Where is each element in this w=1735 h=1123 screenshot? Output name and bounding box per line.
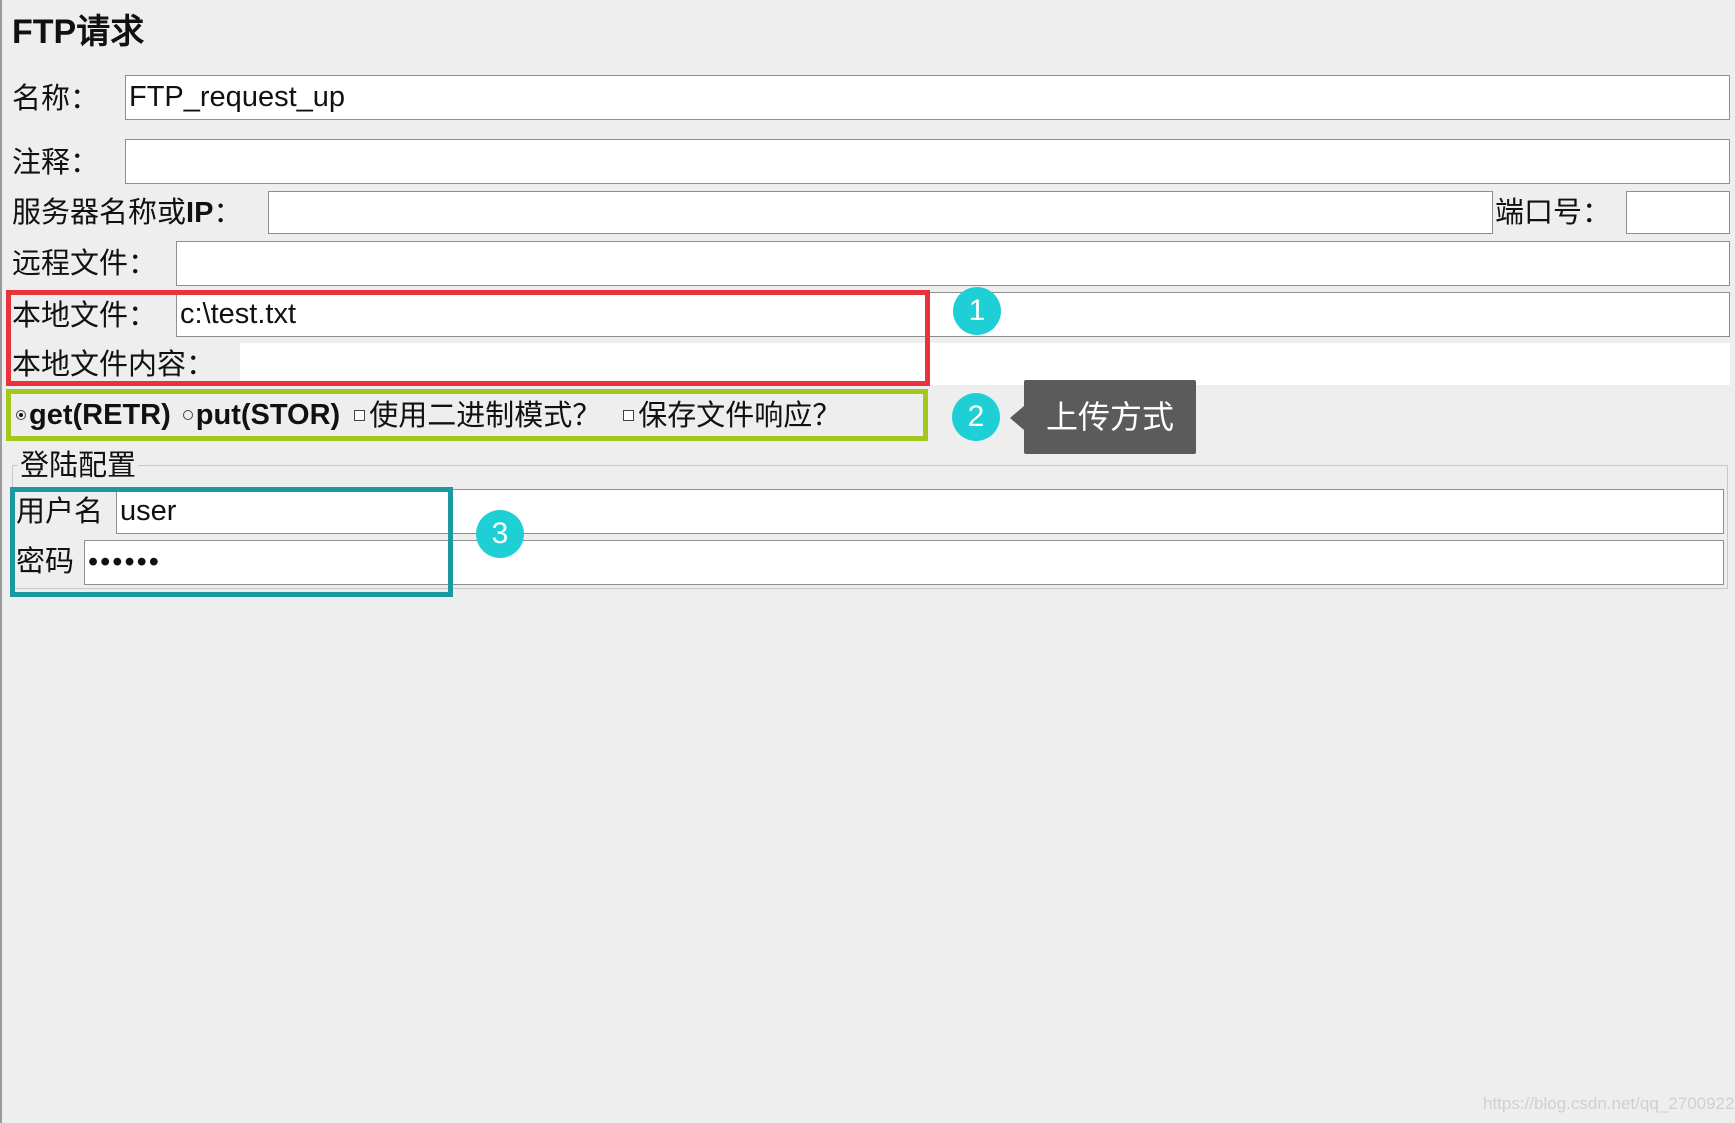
watermark: https://blog.csdn.net/qq_27009225 — [1483, 1094, 1735, 1113]
page-title-suffix: 请求 — [76, 12, 145, 52]
comment-label: 注释： — [12, 145, 100, 179]
page-title: FTP请求 — [12, 12, 144, 52]
server-label-prefix: 服务器名称或 — [12, 195, 187, 229]
annotation-badge-2: 2 — [952, 393, 1000, 441]
annotation-badge-3: 3 — [476, 510, 524, 558]
annotation-box-3 — [10, 487, 453, 597]
window-left-edge — [0, 0, 2, 1123]
callout-arrow — [1010, 406, 1024, 430]
server-label-ip: IP — [186, 197, 214, 229]
server-label: 服务器名称或IP： — [12, 192, 242, 233]
remote-file-input[interactable] — [176, 241, 1730, 286]
server-label-suffix: ： — [213, 195, 243, 229]
port-input[interactable] — [1626, 191, 1730, 234]
annotation-badge-1: 1 — [953, 287, 1001, 335]
page-title-prefix: FTP — [12, 13, 77, 51]
upload-method-callout: 上传方式 — [1024, 380, 1197, 454]
remote-file-label: 远程文件： — [12, 246, 158, 280]
server-input[interactable] — [268, 191, 1493, 234]
comment-input[interactable] — [125, 139, 1730, 184]
port-label: 端口号： — [1495, 195, 1612, 229]
name-label: 名称： — [12, 81, 100, 115]
name-input[interactable]: FTP_request_up — [125, 75, 1730, 120]
annotation-box-1 — [6, 290, 930, 386]
login-group-legend: 登陆配置 — [18, 447, 139, 483]
annotation-box-2 — [6, 389, 928, 441]
